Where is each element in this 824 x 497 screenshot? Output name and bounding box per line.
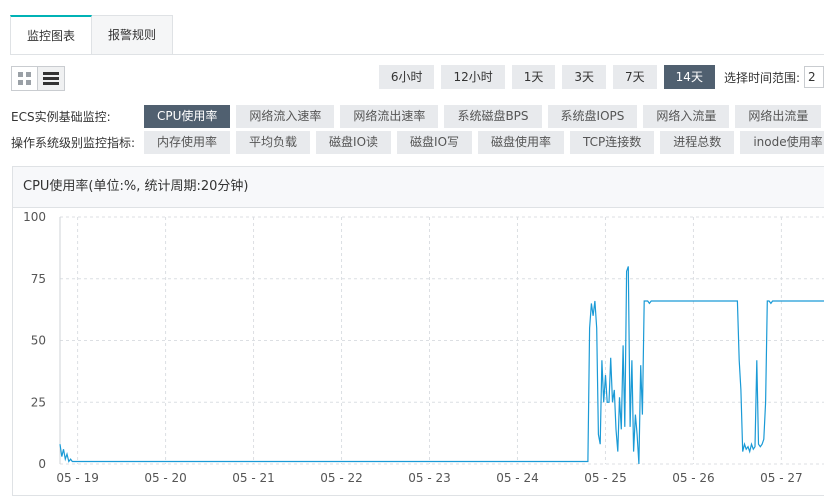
metric-tcp-connections[interactable]: TCP连接数 bbox=[570, 131, 655, 154]
series-line bbox=[59, 266, 824, 465]
tab-bar: 监控图表 报警规则 bbox=[10, 15, 174, 55]
grid-view-button[interactable] bbox=[11, 66, 38, 91]
metric-net-in-traffic[interactable]: 网络入流量 bbox=[643, 105, 730, 128]
range-7d-button[interactable]: 7天 bbox=[613, 65, 657, 89]
y-tick-label: 75 bbox=[31, 272, 46, 286]
tab-divider bbox=[10, 54, 824, 55]
basic-metrics-label: ECS实例基础监控: bbox=[11, 110, 111, 124]
range-12h-button[interactable]: 12小时 bbox=[441, 65, 505, 89]
range-1d-button[interactable]: 1天 bbox=[511, 65, 556, 89]
time-range-group: 6小时 12小时 1天 3天 7天 14天 选择时间范围: 2 bbox=[378, 65, 824, 89]
metric-inode-usage[interactable]: inode使用率 bbox=[740, 131, 824, 154]
y-tick-label: 0 bbox=[38, 457, 46, 471]
grid-icon bbox=[18, 72, 31, 85]
time-range-input[interactable]: 2 bbox=[804, 66, 824, 88]
metric-net-in-rate[interactable]: 网络流入速率 bbox=[236, 105, 335, 128]
metric-process-count[interactable]: 进程总数 bbox=[660, 131, 735, 154]
metric-memory-usage[interactable]: 内存使用率 bbox=[144, 131, 231, 154]
range-14d-button[interactable]: 14天 bbox=[663, 65, 715, 89]
x-tick-label: 05 - 19 bbox=[56, 471, 99, 485]
x-tick-label: 05 - 21 bbox=[232, 471, 275, 485]
tab-alarm-rules[interactable]: 报警规则 bbox=[92, 15, 174, 54]
metric-cpu-usage[interactable]: CPU使用率 bbox=[144, 105, 231, 128]
tab-monitor-chart[interactable]: 监控图表 bbox=[10, 15, 93, 55]
view-toggle bbox=[11, 66, 65, 91]
os-metrics-row: 操作系统级别监控指标: 内存使用率 平均负载 磁盘IO读 磁盘IO写 磁盘使用率… bbox=[11, 131, 824, 154]
x-tick-label: 05 - 20 bbox=[144, 471, 187, 485]
metric-load-average[interactable]: 平均负载 bbox=[236, 131, 311, 154]
x-tick-label: 05 - 24 bbox=[496, 471, 539, 485]
y-tick-label: 50 bbox=[31, 334, 46, 348]
metric-disk-usage[interactable]: 磁盘使用率 bbox=[478, 131, 565, 154]
cpu-usage-chart: 0 25 50 75 100 05 - 19 05 - 20 05 - 21 05 - 22 05… bbox=[23, 210, 824, 485]
x-tick-label: 05 - 22 bbox=[320, 471, 363, 485]
x-tick-label: 05 - 25 bbox=[584, 471, 627, 485]
os-metrics-label: 操作系统级别监控指标: bbox=[11, 136, 136, 150]
time-range-label: 选择时间范围: bbox=[723, 70, 800, 85]
range-6h-button[interactable]: 6小时 bbox=[378, 65, 435, 89]
basic-metrics-row: ECS实例基础监控: CPU使用率 网络流入速率 网络流出速率 系统磁盘BPS … bbox=[11, 105, 824, 128]
x-tick-label: 05 - 27 bbox=[760, 471, 803, 485]
list-view-button[interactable] bbox=[38, 66, 65, 91]
metric-disk-io-write[interactable]: 磁盘IO写 bbox=[397, 131, 473, 154]
metric-disk-bps[interactable]: 系统磁盘BPS bbox=[444, 105, 542, 128]
list-icon bbox=[43, 72, 59, 85]
y-tick-label: 25 bbox=[31, 395, 46, 409]
x-tick-label: 05 - 26 bbox=[672, 471, 715, 485]
metric-net-out-rate[interactable]: 网络流出速率 bbox=[340, 105, 439, 128]
y-tick-label: 100 bbox=[23, 210, 46, 224]
x-tick-label: 05 - 23 bbox=[408, 471, 451, 485]
metric-net-out-traffic[interactable]: 网络出流量 bbox=[735, 105, 822, 128]
chart-panel: CPU使用率(单位:%, 统计周期:20分钟) 0 25 50 75 100 05 - 1… bbox=[12, 166, 824, 496]
metric-disk-iops[interactable]: 系统盘IOPS bbox=[547, 105, 638, 128]
metric-disk-io-read[interactable]: 磁盘IO读 bbox=[316, 131, 392, 154]
range-3d-button[interactable]: 3天 bbox=[562, 65, 607, 89]
